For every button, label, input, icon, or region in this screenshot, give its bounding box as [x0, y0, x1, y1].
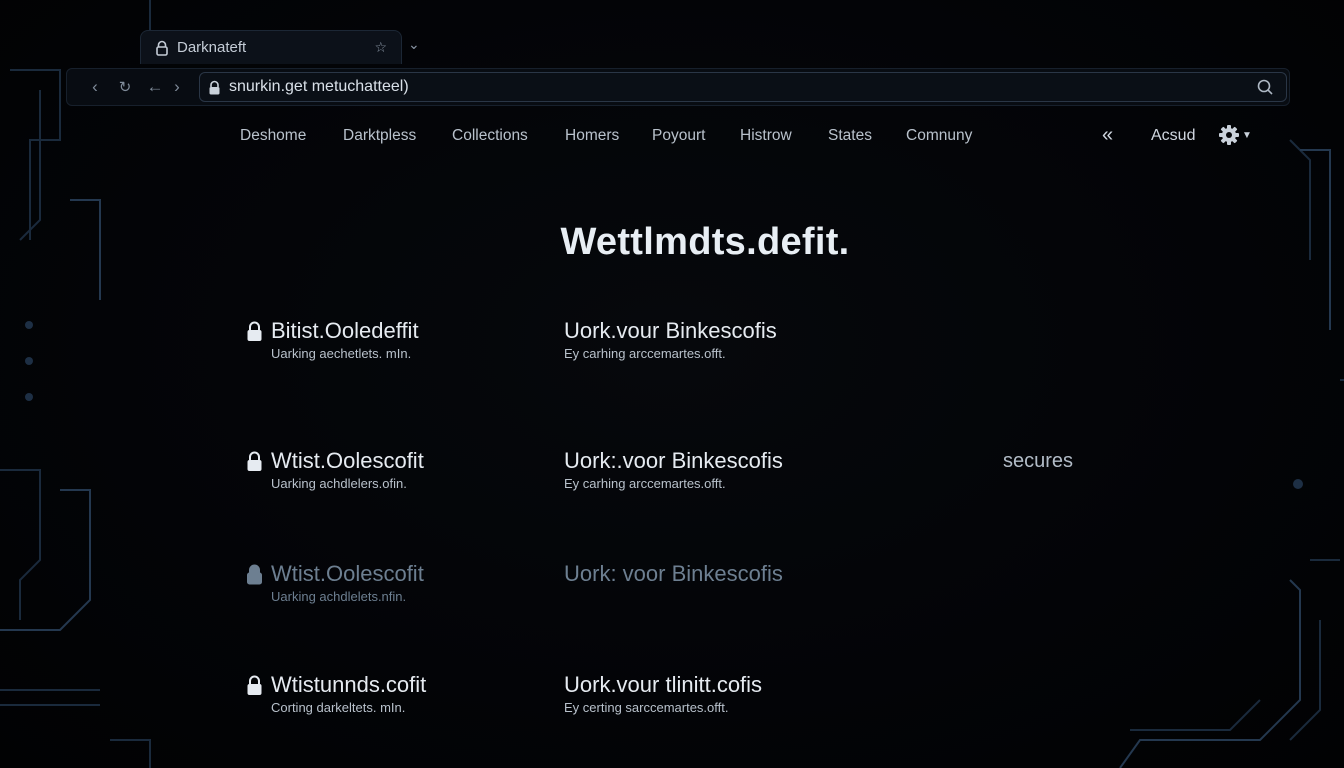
lock-icon — [247, 675, 262, 695]
page: Darknateft ☆ ⌄ ‹ ↻ ← › snurkin.get metuc… — [0, 0, 1344, 768]
item-subtitle: Ey carhing arccemartes.offt. — [564, 346, 726, 361]
item-title: Uork.vour Binkescofis — [564, 318, 777, 343]
item-title: Bitist.Ooledeffit — [271, 318, 419, 343]
nav-item-poyourt[interactable]: Poyourt — [652, 127, 705, 145]
nav-item-community[interactable]: Comnuny — [906, 127, 972, 145]
item-title: Uork: voor Binkescofis — [564, 561, 783, 586]
search-icon[interactable] — [1256, 78, 1274, 96]
reload-icon[interactable]: ↻ — [115, 78, 135, 96]
nav-item-home[interactable]: Deshome — [240, 127, 306, 145]
back-arrow-icon[interactable]: ← — [145, 77, 165, 97]
circuit-background — [0, 0, 1344, 768]
list-item: Wtistunnds.cofit Corting darkeltets. mIn… — [0, 672, 1344, 732]
item-subtitle: Ey carhing arccemartes.offt. — [564, 476, 726, 491]
browser-toolbar: ‹ ↻ ← › snurkin.get metuchatteel) — [66, 68, 1290, 106]
double-chevron-left-icon[interactable]: « — [1102, 124, 1113, 147]
item-title: Wtistunnds.cofit — [271, 672, 427, 697]
gear-icon — [1219, 125, 1239, 145]
back-chevron-icon[interactable]: ‹ — [85, 77, 105, 97]
nav-item-states[interactable]: States — [828, 127, 872, 145]
item-title: Uork:.voor Binkescofis — [564, 448, 783, 473]
item-subtitle: Uarking achdlelers.ofin. — [271, 476, 407, 491]
item-subtitle: Corting darkeltets. mIn. — [271, 700, 406, 715]
chevron-down-icon: ▼ — [1242, 129, 1252, 141]
item-title: Wtist.Oolescofit — [271, 561, 424, 586]
tab-title: Darknateft — [177, 39, 247, 56]
list-item: Bitist.Ooledeffit Uarking aechetlets. mI… — [0, 318, 1344, 378]
list-item: Wtist.Oolescofit Uarking achdlelets.nfin… — [0, 561, 1344, 621]
item-subtitle: Ey certing sarccemartes.offt. — [564, 700, 729, 715]
nav-item-collections[interactable]: Collections — [452, 127, 528, 145]
secures-label[interactable]: secures — [1003, 450, 1073, 473]
settings-menu-button[interactable]: ▼ — [1218, 124, 1252, 146]
url-text: snurkin.get metuchatteel) — [229, 78, 409, 95]
lock-icon — [247, 451, 262, 471]
item-title: Wtist.Oolescofit — [271, 448, 424, 473]
account-link[interactable]: Acsud — [1151, 127, 1195, 145]
list-item: Wtist.Oolescofit Uarking achdlelers.ofin… — [0, 448, 1344, 508]
lock-icon — [247, 321, 262, 341]
secure-lock-icon — [209, 80, 220, 94]
new-tab-arrow-icon[interactable]: ⌄ — [408, 36, 420, 53]
lock-icon — [156, 40, 168, 56]
address-bar[interactable]: snurkin.get metuchatteel) — [199, 72, 1287, 102]
item-title: Uork.vour tlinitt.cofis — [564, 672, 763, 697]
bookmark-star-icon[interactable]: ☆ — [374, 39, 387, 56]
browser-tab[interactable]: Darknateft ☆ — [140, 30, 402, 64]
lock-icon — [247, 564, 262, 585]
page-title: Wettlmdts.defit. — [560, 221, 850, 264]
nav-item-histrow[interactable]: Histrow — [740, 127, 792, 145]
forward-chevron-icon[interactable]: › — [167, 77, 187, 97]
nav-item-homers[interactable]: Homers — [565, 127, 619, 145]
item-subtitle: Uarking achdlelets.nfin. — [271, 589, 407, 604]
nav-item-darktpless[interactable]: Darktpless — [343, 127, 416, 145]
item-subtitle: Uarking aechetlets. mIn. — [271, 346, 412, 361]
